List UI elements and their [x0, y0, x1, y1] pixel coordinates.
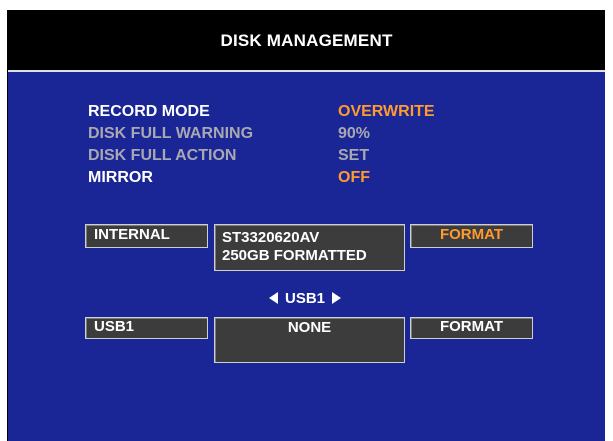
internal-disk-status: 250GB FORMATTED [222, 247, 367, 264]
usb-disk-status: NONE [214, 317, 405, 363]
usb-selector-label: USB1 [284, 289, 325, 307]
disk-full-action-label: DISK FULL ACTION [88, 147, 237, 164]
arrow-right-icon[interactable] [332, 292, 341, 304]
disk-full-action-value: SET [338, 147, 370, 164]
usb-selector[interactable]: USB1 [250, 288, 360, 308]
page-title: DISK MANAGEMENT [220, 30, 393, 50]
arrow-left-icon[interactable] [268, 292, 278, 304]
record-mode-value[interactable]: OVERWRITE [338, 103, 435, 121]
record-mode-label: RECORD MODE [88, 103, 210, 120]
mirror-value[interactable]: OFF [338, 169, 370, 187]
disk-full-warning-label: DISK FULL WARNING [88, 125, 254, 142]
mirror-label: MIRROR [88, 169, 153, 186]
title-bar: DISK MANAGEMENT [8, 11, 605, 72]
internal-format-button[interactable]: FORMAT [410, 224, 533, 248]
usb-format-button[interactable]: FORMAT [410, 317, 533, 339]
internal-disk-model: ST3320620AV [222, 229, 320, 246]
disk-full-warning-value: 90% [338, 125, 371, 142]
usb-disk-label: USB1 [85, 317, 208, 339]
disk-management-window: DISK MANAGEMENT RECORD MODE OVERWRITE DI… [7, 10, 605, 441]
internal-disk-info: ST3320620AV 250GB FORMATTED [214, 224, 405, 271]
internal-disk-label: INTERNAL [85, 224, 208, 248]
